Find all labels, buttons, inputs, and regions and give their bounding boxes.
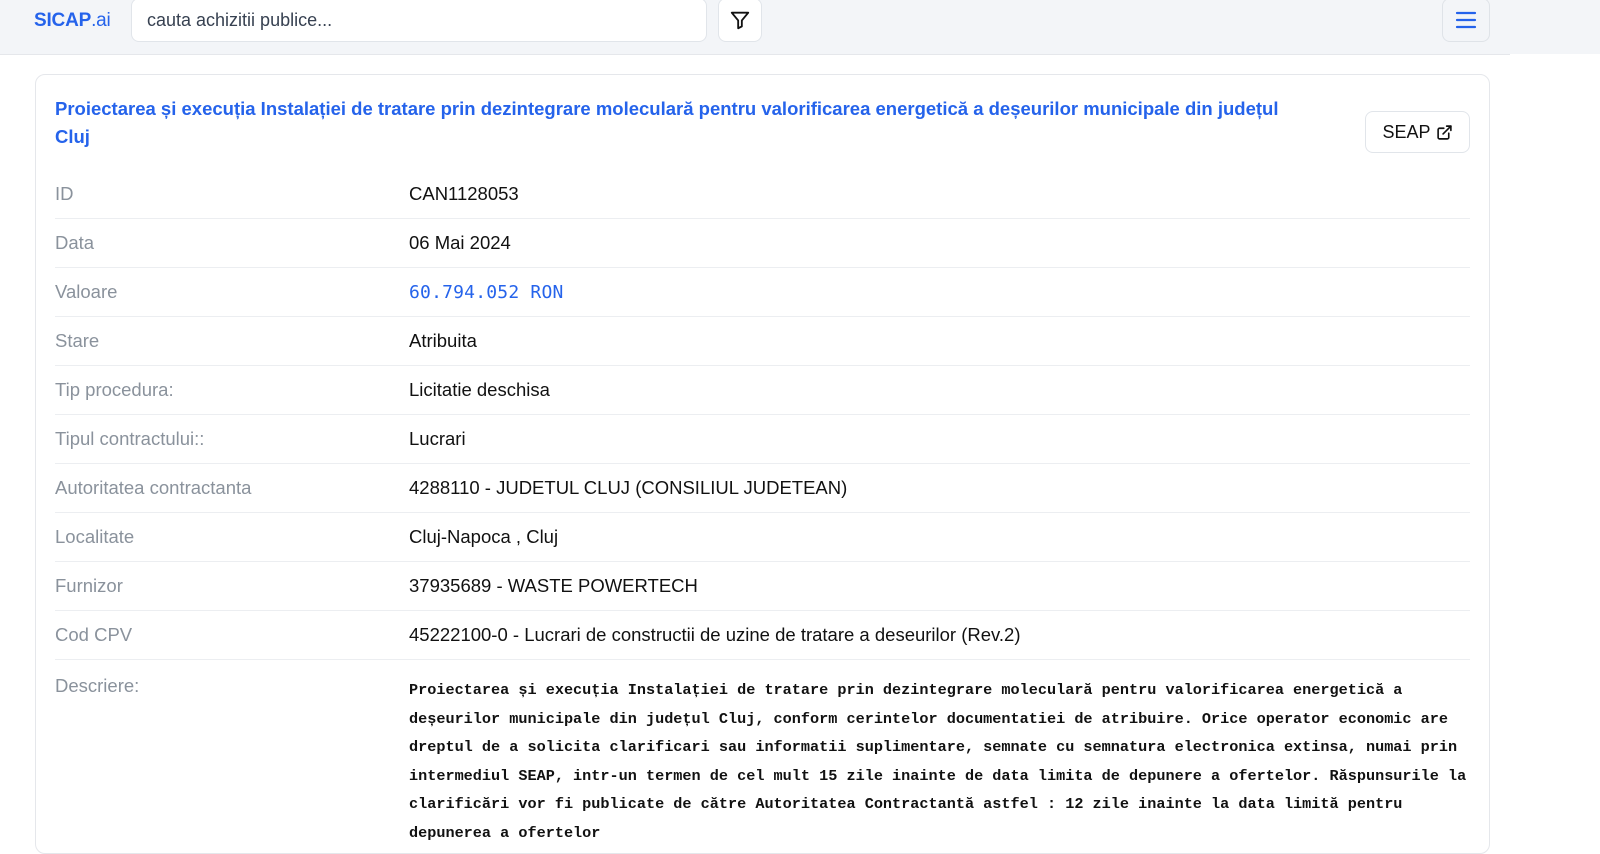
detail-value-contract-type: Lucrari (409, 428, 466, 449)
filter-button[interactable] (718, 0, 762, 42)
detail-value-status: Atribuita (409, 330, 477, 351)
details-table: ID CAN1128053 Data 06 Mai 2024 Valoare 6… (55, 170, 1470, 848)
detail-row-cpv: Cod CPV 45222100-0 - Lucrari de construc… (55, 611, 1470, 660)
detail-row-supplier: Furnizor 37935689 - WASTE POWERTECH (55, 562, 1470, 611)
detail-row-locality: Localitate Cluj-Napoca , Cluj (55, 513, 1470, 562)
site-logo[interactable]: SICAP.ai (34, 10, 111, 32)
detail-label: Descriere: (55, 675, 140, 696)
detail-value-authority[interactable]: 4288110 - JUDETUL CLUJ (CONSILIUL JUDETE… (409, 477, 847, 499)
top-navigation-bar: SICAP.ai (0, 0, 1600, 55)
detail-label: ID (55, 183, 74, 204)
detail-label: Tip procedura: (55, 379, 174, 400)
detail-label: Autoritatea contractanta (55, 477, 252, 498)
external-link-icon (1436, 124, 1452, 140)
detail-value-id: CAN1128053 (409, 183, 519, 204)
detail-label: Localitate (55, 526, 135, 547)
detail-row-value: Valoare 60.794.052 RON (55, 268, 1470, 317)
detail-label: Tipul contractului:: (55, 428, 205, 449)
detail-value-cpv: 45222100-0 - Lucrari de constructii de u… (409, 624, 1021, 645)
detail-label: Valoare (55, 281, 118, 302)
detail-row-contract-type: Tipul contractului:: Lucrari (55, 415, 1470, 464)
detail-label: Stare (55, 330, 100, 351)
search-input[interactable] (131, 0, 707, 42)
detail-row-date: Data 06 Mai 2024 (55, 219, 1470, 268)
detail-row-authority: Autoritatea contractanta 4288110 - JUDET… (55, 464, 1470, 513)
detail-row-status: Stare Atribuita (55, 317, 1470, 366)
logo-main: SICAP (34, 10, 92, 31)
menu-button[interactable] (1442, 0, 1490, 42)
detail-value-procedure: Licitatie deschisa (409, 379, 550, 400)
logo-suffix: .ai (91, 10, 111, 31)
tender-title[interactable]: Proiectarea și execuția Instalației de t… (55, 95, 1305, 151)
detail-label: Cod CPV (55, 624, 133, 645)
hamburger-menu-icon (1455, 11, 1477, 29)
detail-row-description: Descriere: Proiectarea și execuția Insta… (55, 660, 1470, 848)
seap-button-label: SEAP (1382, 121, 1431, 142)
detail-label: Furnizor (55, 575, 123, 596)
description-text: Proiectarea și execuția Instalației de t… (409, 681, 1467, 842)
detail-label: Data (55, 232, 95, 253)
detail-value-amount: 60.794.052 RON (409, 281, 564, 303)
tender-card: Proiectarea și execuția Instalației de t… (35, 74, 1490, 854)
detail-row-procedure: Tip procedura: Licitatie deschisa (55, 366, 1470, 415)
detail-value-locality: Cluj-Napoca , Cluj (409, 526, 559, 547)
detail-value-supplier[interactable]: 37935689 - WASTE POWERTECH (409, 575, 698, 597)
detail-value-date: 06 Mai 2024 (409, 232, 511, 253)
filter-icon (730, 11, 750, 30)
detail-row-id: ID CAN1128053 (55, 170, 1470, 219)
page-gutter (1510, 54, 1600, 821)
seap-button[interactable]: SEAP (1365, 111, 1470, 153)
